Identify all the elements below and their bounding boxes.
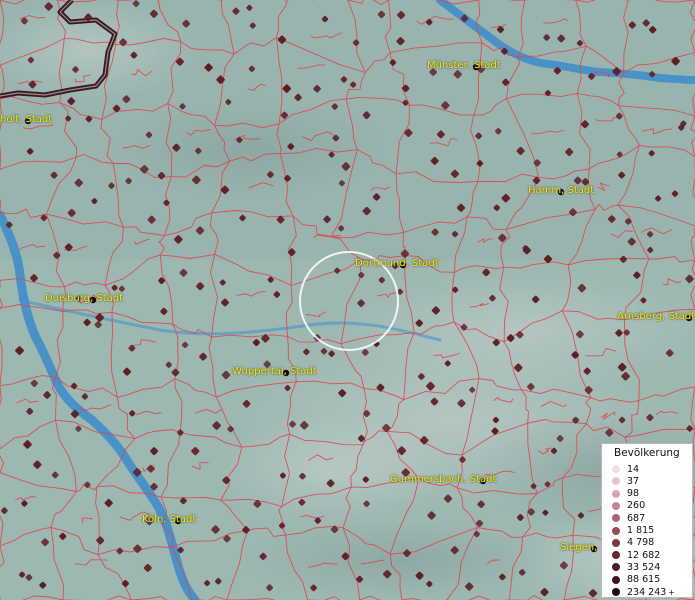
legend-item: 260	[612, 500, 645, 512]
legend-item: 4 798	[612, 537, 654, 549]
city-marker[interactable]	[282, 369, 290, 377]
terrain-layer	[0, 0, 695, 600]
legend-swatch	[612, 538, 620, 547]
legend-swatch	[612, 575, 620, 584]
city-marker[interactable]	[399, 261, 407, 269]
legend-swatch	[612, 526, 620, 535]
legend-swatch	[612, 563, 620, 572]
city-marker[interactable]	[685, 314, 693, 322]
legend-item: 88 615	[612, 574, 660, 586]
legend-label: 37	[627, 475, 640, 487]
legend-swatch	[612, 588, 620, 596]
legend-title: Bevölkerung	[614, 447, 680, 459]
legend-label: 98	[627, 488, 640, 500]
legend-swatch	[612, 465, 620, 473]
city-marker[interactable]	[24, 117, 32, 125]
city-marker[interactable]	[174, 517, 182, 525]
legend-label: 4 798	[627, 537, 655, 549]
legend-item: 234 243 +	[612, 586, 675, 598]
legend-item: 98	[612, 488, 639, 500]
legend-item: 12 682	[612, 549, 660, 561]
legend-swatch	[612, 514, 620, 523]
legend-item: 687	[612, 512, 645, 524]
map-canvas[interactable]	[0, 0, 695, 600]
legend-swatch	[612, 501, 620, 510]
city-marker[interactable]	[472, 63, 480, 71]
legend-suffix: +	[668, 587, 675, 597]
population-map[interactable]: Münster, Stadt holt, Stadt Hamm, Stadt Dort…	[0, 0, 695, 600]
legend-swatch	[612, 477, 620, 486]
legend-label: 234 243	[627, 586, 667, 598]
city-marker[interactable]	[479, 477, 487, 485]
legend-label: 687	[627, 512, 646, 524]
legend-item: 33 524	[612, 561, 660, 573]
city-marker[interactable]	[557, 188, 565, 196]
legend-item: 14	[612, 463, 639, 475]
legend-label: 88 615	[627, 574, 661, 586]
legend-label: 14	[627, 463, 640, 475]
city-marker[interactable]	[89, 296, 97, 304]
legend-label: 260	[627, 500, 646, 512]
legend-label: 12 682	[627, 549, 661, 561]
legend-label: 33 524	[627, 561, 661, 573]
legend: Bevölkerung 14 37 98 260 687 1 815 4 798 12 682…	[601, 443, 693, 598]
legend-item: 37	[612, 475, 639, 487]
legend-swatch	[612, 551, 620, 560]
legend-swatch	[612, 489, 620, 498]
city-marker[interactable]	[590, 545, 598, 553]
legend-label: 1 815	[627, 525, 655, 536]
legend-item: 1 815	[612, 525, 654, 537]
